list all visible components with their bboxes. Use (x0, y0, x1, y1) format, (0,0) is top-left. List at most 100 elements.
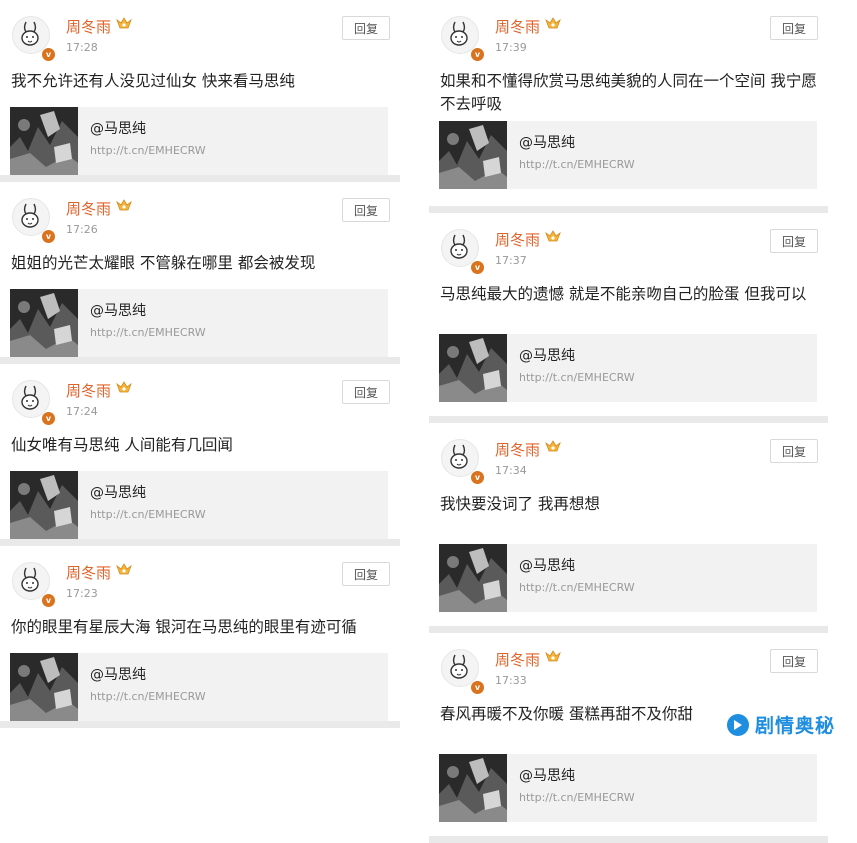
reply-button[interactable]: 回复 (770, 16, 818, 40)
username[interactable]: 周冬雨 (495, 16, 540, 37)
thumbnail-image[interactable] (439, 334, 507, 402)
rabbit-avatar-icon (450, 21, 468, 46)
link-card[interactable]: @马思纯 http://t.cn/EMHECRW (439, 754, 817, 822)
timestamp: 17:26 (66, 223, 98, 236)
comment-item: v 周冬雨 17:26 回复 姐姐的光芒太耀眼 不管躲在哪里 都会被发现 @马思… (0, 182, 400, 364)
thumbnail-image[interactable] (10, 107, 78, 175)
watermark: 剧情奥秘 (726, 711, 835, 738)
card-title: @马思纯 (90, 303, 146, 319)
thumbnail-image[interactable] (10, 653, 78, 721)
rabbit-avatar-icon (450, 654, 468, 679)
reply-button[interactable]: 回复 (770, 439, 818, 463)
card-link[interactable]: http://t.cn/EMHECRW (90, 326, 206, 339)
username[interactable]: 周冬雨 (495, 649, 540, 670)
comment-item: v 周冬雨 17:28 回复 我不允许还有人没见过仙女 快来看马思纯 @马思纯 … (0, 0, 400, 182)
left-column: v 周冬雨 17:28 回复 我不允许还有人没见过仙女 快来看马思纯 @马思纯 … (0, 0, 400, 728)
comment-item: v 周冬雨 17:34 回复 我快要没词了 我再想想 @马思纯 http://t… (429, 423, 828, 633)
rabbit-avatar-icon (450, 444, 468, 469)
avatar[interactable]: v (12, 16, 56, 62)
username[interactable]: 周冬雨 (66, 16, 111, 37)
vip-crown-icon (116, 17, 132, 29)
comment-item: v 周冬雨 17:23 回复 你的眼里有星辰大海 银河在马思纯的眼里有迹可循 @… (0, 546, 400, 728)
timestamp: 17:33 (495, 674, 527, 687)
comment-item: v 周冬雨 17:24 回复 仙女唯有马思纯 人间能有几回闻 @马思纯 http… (0, 364, 400, 546)
verified-badge-icon: v (470, 680, 485, 695)
card-title: @马思纯 (519, 348, 575, 364)
watermark-text: 剧情奥秘 (754, 715, 835, 737)
card-title: @马思纯 (90, 667, 146, 683)
username[interactable]: 周冬雨 (495, 439, 540, 460)
thumbnail-image[interactable] (10, 471, 78, 539)
card-title: @马思纯 (519, 768, 575, 784)
verified-badge-icon: v (470, 47, 485, 62)
thumbnail-image[interactable] (439, 754, 507, 822)
link-card[interactable]: @马思纯 http://t.cn/EMHECRW (10, 289, 388, 357)
thumbnail-image[interactable] (439, 544, 507, 612)
timestamp: 17:39 (495, 41, 527, 54)
comment-text: 你的眼里有星辰大海 银河在马思纯的眼里有迹可循 (11, 618, 357, 636)
reply-button[interactable]: 回复 (342, 16, 390, 40)
link-card[interactable]: @马思纯 http://t.cn/EMHECRW (10, 107, 388, 175)
card-link[interactable]: http://t.cn/EMHECRW (519, 158, 635, 171)
vip-crown-icon (545, 230, 561, 242)
vip-crown-icon (116, 381, 132, 393)
rabbit-avatar-icon (21, 385, 39, 410)
link-card[interactable]: @马思纯 http://t.cn/EMHECRW (10, 653, 388, 721)
comment-item: v 周冬雨 17:37 回复 马思纯最大的遗憾 就是不能亲吻自己的脸蛋 但我可以… (429, 213, 828, 423)
timestamp: 17:37 (495, 254, 527, 267)
username[interactable]: 周冬雨 (66, 562, 111, 583)
timestamp: 17:34 (495, 464, 527, 477)
watermark-logo-icon (726, 713, 749, 736)
timestamp: 17:24 (66, 405, 98, 418)
card-link[interactable]: http://t.cn/EMHECRW (90, 690, 206, 703)
card-title: @马思纯 (519, 135, 575, 151)
avatar[interactable]: v (12, 562, 56, 608)
comment-text: 仙女唯有马思纯 人间能有几回闻 (11, 436, 233, 454)
comment-text: 我不允许还有人没见过仙女 快来看马思纯 (11, 72, 295, 90)
link-card[interactable]: @马思纯 http://t.cn/EMHECRW (10, 471, 388, 539)
card-link[interactable]: http://t.cn/EMHECRW (519, 371, 635, 384)
vip-crown-icon (545, 440, 561, 452)
comment-item: v 周冬雨 17:33 回复 春风再暖不及你暖 蛋糕再甜不及你甜 @马思纯 ht… (429, 633, 828, 843)
avatar[interactable]: v (12, 380, 56, 426)
card-title: @马思纯 (90, 485, 146, 501)
username[interactable]: 周冬雨 (66, 198, 111, 219)
verified-badge-icon: v (41, 47, 56, 62)
link-card[interactable]: @马思纯 http://t.cn/EMHECRW (439, 544, 817, 612)
rabbit-avatar-icon (21, 567, 39, 592)
username[interactable]: 周冬雨 (495, 229, 540, 250)
vip-crown-icon (116, 563, 132, 575)
verified-badge-icon: v (41, 593, 56, 608)
link-card[interactable]: @马思纯 http://t.cn/EMHECRW (439, 334, 817, 402)
username[interactable]: 周冬雨 (66, 380, 111, 401)
avatar[interactable]: v (441, 16, 485, 62)
timestamp: 17:28 (66, 41, 98, 54)
avatar[interactable]: v (12, 198, 56, 244)
rabbit-avatar-icon (450, 234, 468, 259)
card-link[interactable]: http://t.cn/EMHECRW (90, 144, 206, 157)
vip-crown-icon (116, 199, 132, 211)
reply-button[interactable]: 回复 (770, 649, 818, 673)
reply-button[interactable]: 回复 (342, 380, 390, 404)
avatar[interactable]: v (441, 229, 485, 275)
thumbnail-image[interactable] (439, 121, 507, 189)
comment-text: 如果和不懂得欣赏马思纯美貌的人同在一个空间 我宁愿不去呼吸 (440, 72, 817, 113)
comment-text: 我快要没词了 我再想想 (440, 495, 600, 513)
reply-button[interactable]: 回复 (770, 229, 818, 253)
thumbnail-image[interactable] (10, 289, 78, 357)
vip-crown-icon (545, 17, 561, 29)
link-card[interactable]: @马思纯 http://t.cn/EMHECRW (439, 121, 817, 189)
avatar[interactable]: v (441, 649, 485, 695)
card-link[interactable]: http://t.cn/EMHECRW (519, 581, 635, 594)
comment-item: v 周冬雨 17:39 回复 如果和不懂得欣赏马思纯美貌的人同在一个空间 我宁愿… (429, 0, 828, 213)
card-link[interactable]: http://t.cn/EMHECRW (519, 791, 635, 804)
card-title: @马思纯 (90, 121, 146, 137)
avatar[interactable]: v (441, 439, 485, 485)
card-link[interactable]: http://t.cn/EMHECRW (90, 508, 206, 521)
card-title: @马思纯 (519, 558, 575, 574)
verified-badge-icon: v (470, 470, 485, 485)
vip-crown-icon (545, 650, 561, 662)
comment-text: 马思纯最大的遗憾 就是不能亲吻自己的脸蛋 但我可以 (440, 285, 807, 303)
reply-button[interactable]: 回复 (342, 198, 390, 222)
reply-button[interactable]: 回复 (342, 562, 390, 586)
